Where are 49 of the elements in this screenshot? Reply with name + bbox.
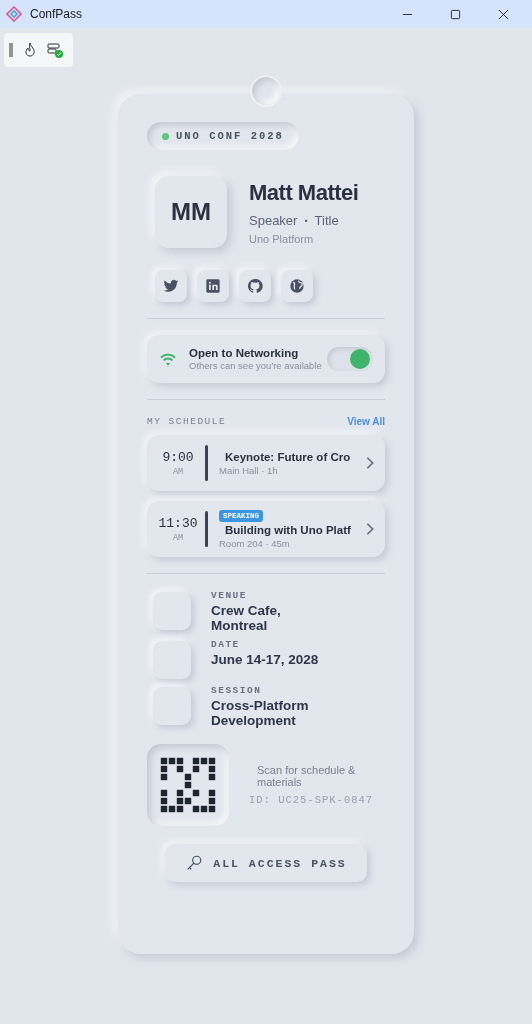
social-button[interactable] (197, 270, 229, 302)
session-detail: Main Hall · 1h (219, 464, 278, 476)
conference-name: UNO CONF 2028 (176, 130, 284, 142)
session-detail: Room 204 · 45m (219, 537, 290, 549)
session-title: Keynote: Future of Cro (225, 450, 351, 463)
networking-title: Open to Networking (189, 347, 300, 359)
social-button[interactable] (239, 270, 271, 302)
networking-toggle[interactable] (327, 347, 373, 371)
all-access-pass-button[interactable]: ALL ACCESS PASS (165, 844, 367, 882)
schedule-heading: MY SCHEDULE (147, 416, 227, 427)
detail-value: June 14-17, 2028 (211, 652, 320, 667)
server-check-icon[interactable] (47, 42, 63, 58)
wifi-icon (159, 351, 177, 367)
qr-code-drawing (160, 757, 216, 813)
networking-subtitle: Others can see you're available (189, 360, 323, 371)
key-icon (185, 854, 204, 872)
avatar-initials: MM (155, 176, 227, 248)
separator-dot: • (304, 215, 308, 228)
scan-caption: Scan for schedule & materials (257, 764, 357, 788)
app-logo-icon (6, 6, 22, 22)
github-icon (247, 278, 263, 294)
role-text: Speaker (249, 213, 298, 229)
detail-value: Cross-Platform Development (211, 698, 310, 728)
session-title: Building with Uno Platf (225, 523, 351, 536)
bird-icon (163, 278, 179, 294)
detail-label: DATE (211, 639, 241, 650)
chevron-right-icon (365, 456, 375, 470)
detail-value: Crew Cafe, Montreal (211, 603, 282, 633)
title-text: Title (314, 213, 339, 229)
session-time: 9:00 (162, 449, 194, 465)
social-button[interactable] (281, 270, 313, 302)
close-icon[interactable] (498, 8, 509, 20)
flame-icon[interactable] (22, 42, 38, 58)
attendee-name: Matt Mattei (249, 180, 359, 206)
social-button[interactable] (155, 270, 187, 302)
detail-label: SESSION (211, 685, 263, 696)
time-period: AM (172, 466, 184, 477)
session-time: 11:30 (158, 515, 198, 531)
window-title: ConfPass (30, 7, 83, 21)
company-name: Uno Platform (249, 233, 315, 245)
schedule-item[interactable]: 9:00 AM Keynote: Future of Cro Main Hall · 1h (147, 435, 385, 491)
drag-handle-icon[interactable] (9, 42, 13, 58)
chevron-right-icon (365, 522, 375, 536)
detail-label: VENUE (211, 590, 248, 601)
globe-icon (289, 278, 305, 294)
maximize-icon[interactable] (450, 8, 461, 20)
time-period: AM (172, 532, 184, 543)
pass-id: ID: UC25-SPK-0847 (249, 794, 375, 806)
linkedin-icon (205, 278, 221, 294)
